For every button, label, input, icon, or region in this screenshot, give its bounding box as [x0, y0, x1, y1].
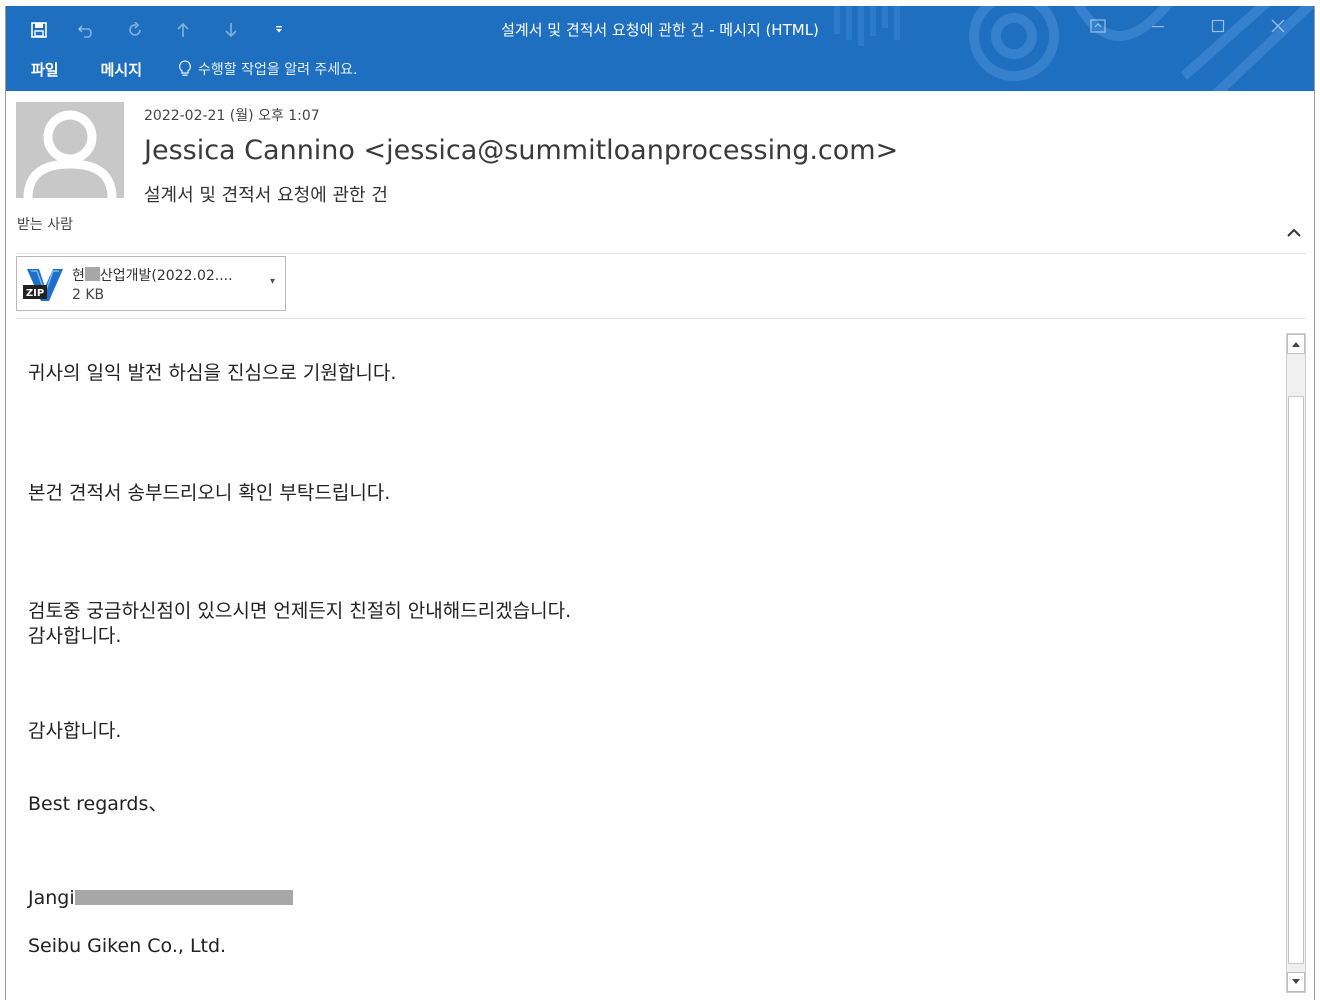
quick-access-toolbar	[6, 16, 294, 44]
signature-name-text: Jangi	[28, 887, 75, 909]
body-line: 귀사의 일익 발전 하심을 진심으로 기원합니다.	[28, 362, 397, 384]
attachment-name-prefix: 현	[72, 268, 85, 284]
collapse-header-button[interactable]	[1284, 223, 1304, 243]
body-line: Best regards、	[28, 793, 168, 815]
tell-me-text: 수행할 작업을 알려 주세요.	[198, 62, 358, 78]
attachment-name: 현 산업개발(2022.02....	[72, 265, 233, 285]
previous-item-icon[interactable]	[168, 17, 198, 43]
header-divider	[16, 253, 1306, 254]
triangle-up-icon	[1292, 342, 1300, 347]
scroll-down-button[interactable]	[1287, 972, 1305, 992]
signature-name: Jangi	[28, 886, 293, 910]
window-controls	[1068, 12, 1308, 40]
attachment[interactable]: ZIP 현 산업개발(2022.02.... 2 KB ▾	[16, 256, 286, 311]
attachment-name-suffix: 산업개발(2022.02....	[99, 268, 233, 284]
body-line: 검토중 궁금하신점이 있으시면 언제든지 친절히 안내해드리겠습니다.	[28, 600, 572, 622]
tab-file[interactable]: 파일	[31, 59, 59, 80]
customize-toolbar-icon[interactable]	[264, 17, 294, 43]
undo-icon[interactable]	[72, 17, 102, 43]
body-line: 감사합니다.	[28, 625, 122, 647]
tell-me-search[interactable]: 수행할 작업을 알려 주세요.	[178, 59, 358, 79]
maximize-icon[interactable]	[1188, 12, 1248, 40]
to-label: 받는 사람	[17, 217, 73, 233]
attachment-name-redaction	[84, 267, 100, 281]
body-line: 본건 견적서 송부드리오니 확인 부탁드립니다.	[28, 482, 391, 504]
sent-date: 2022-02-21 (월) 오후 1:07	[144, 108, 320, 124]
chevron-up-icon	[1287, 228, 1301, 237]
signature-redaction	[74, 890, 293, 905]
subject: 설계서 및 견적서 요청에 관한 건	[144, 185, 388, 206]
zip-archive-icon: ZIP	[23, 269, 63, 301]
close-icon[interactable]	[1248, 12, 1308, 40]
triangle-down-icon	[1292, 979, 1300, 984]
zip-label: ZIP	[26, 288, 44, 299]
title-bar: 설계서 및 견적서 요청에 관한 건 - 메시지 (HTML) 파일 메시지 수…	[6, 6, 1314, 91]
scroll-thumb[interactable]	[1288, 396, 1304, 964]
redo-icon[interactable]	[120, 17, 150, 43]
vertical-scrollbar[interactable]	[1286, 333, 1306, 993]
attachment-size: 2 KB	[72, 287, 105, 303]
save-icon[interactable]	[24, 17, 54, 43]
attachment-divider	[16, 318, 1306, 319]
attachment-dropdown-icon[interactable]: ▾	[270, 276, 275, 287]
scroll-up-button[interactable]	[1287, 334, 1305, 354]
message-window: 설계서 및 견적서 요청에 관한 건 - 메시지 (HTML) 파일 메시지 수…	[5, 6, 1315, 1000]
minimize-icon[interactable]	[1128, 12, 1188, 40]
message-header: 2022-02-21 (월) 오후 1:07 Jessica Cannino <…	[6, 91, 1314, 254]
tab-message[interactable]: 메시지	[101, 59, 142, 80]
next-item-icon[interactable]	[216, 17, 246, 43]
ribbon-display-options-icon[interactable]	[1068, 12, 1128, 40]
person-placeholder-icon	[23, 110, 117, 198]
sender[interactable]: Jessica Cannino <jessica@summitloanproce…	[144, 135, 898, 166]
ribbon-tabs: 파일 메시지 수행할 작업을 알려 주세요.	[6, 56, 358, 82]
avatar	[16, 102, 124, 198]
body-line: 감사합니다.	[28, 720, 122, 742]
lightbulb-icon	[179, 60, 191, 76]
signature-company: Seibu Giken Co., Ltd.	[28, 935, 227, 957]
